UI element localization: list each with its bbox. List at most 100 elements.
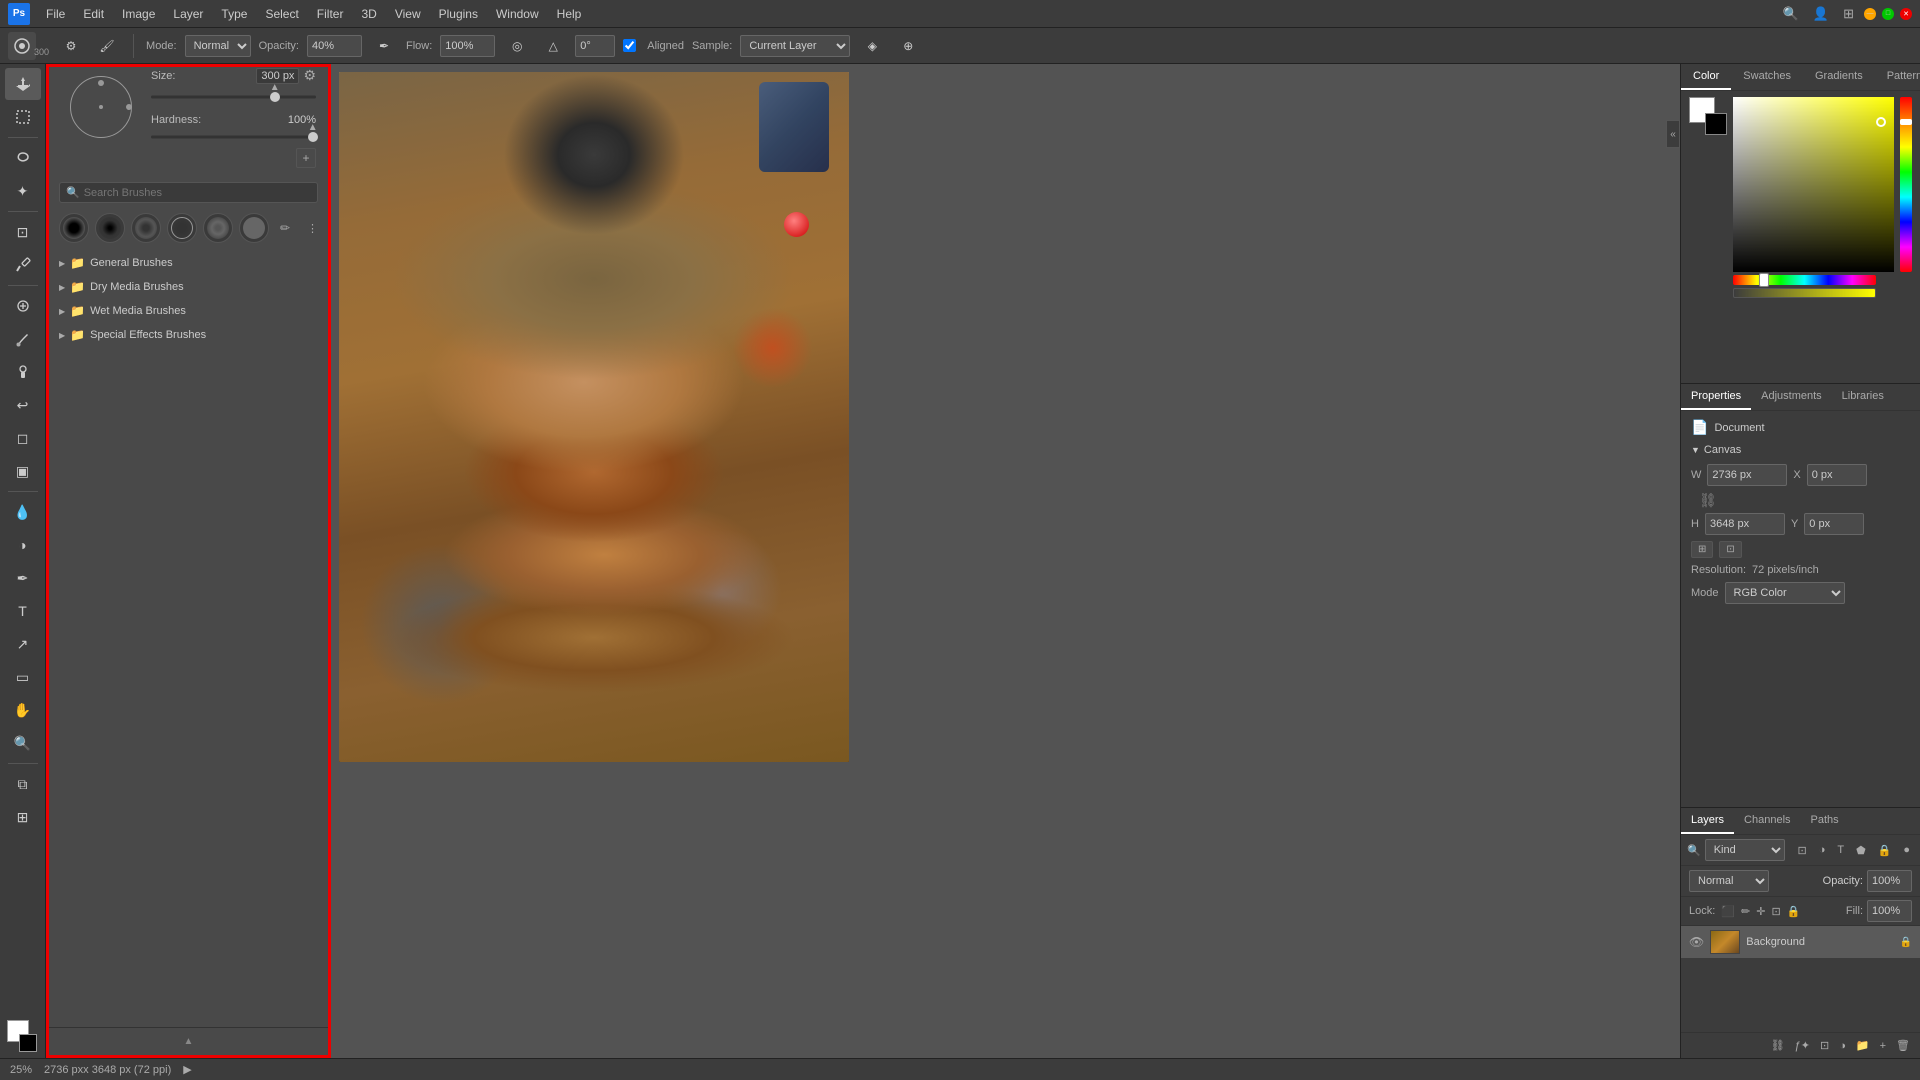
- patterns-tab[interactable]: Patterns: [1875, 64, 1920, 90]
- link-chain-icon[interactable]: ⛓: [1699, 492, 1717, 509]
- filter-smart-icon[interactable]: 🔒: [1874, 842, 1896, 859]
- brush-group-general-header[interactable]: ▶ 📁 General Brushes: [49, 251, 328, 275]
- canvas-size-btn[interactable]: ⊞: [1691, 541, 1713, 558]
- width-input[interactable]: [1707, 464, 1787, 486]
- sample-all-icon[interactable]: ◈: [858, 32, 886, 60]
- gradients-tab[interactable]: Gradients: [1803, 64, 1875, 90]
- frame-tool[interactable]: ⊞: [5, 801, 41, 833]
- channels-tab[interactable]: Channels: [1734, 808, 1800, 834]
- status-arrow[interactable]: ▶: [183, 1063, 191, 1076]
- brush-tool-icon[interactable]: [8, 32, 36, 60]
- angle-icon[interactable]: △: [539, 32, 567, 60]
- hue-slider-handle[interactable]: [1759, 273, 1769, 287]
- search-brushes-input[interactable]: [84, 187, 311, 199]
- selection-tool[interactable]: [5, 101, 41, 133]
- history-brush-tool[interactable]: ↩: [5, 389, 41, 421]
- angle-input[interactable]: [575, 35, 615, 57]
- text-tool[interactable]: T: [5, 595, 41, 627]
- lock-all-icon[interactable]: 🔒: [1787, 905, 1801, 918]
- layers-tab[interactable]: Layers: [1681, 808, 1734, 834]
- menu-window[interactable]: Window: [488, 4, 547, 24]
- brush-options-icon[interactable]: ⚙: [57, 32, 85, 60]
- brush-preset-soft[interactable]: [203, 213, 233, 243]
- lasso-tool[interactable]: [5, 142, 41, 174]
- height-input[interactable]: [1705, 513, 1785, 535]
- hand-tool[interactable]: ✋: [5, 694, 41, 726]
- aligned-checkbox[interactable]: [623, 39, 636, 52]
- artboard-tool[interactable]: ⧉: [5, 768, 41, 800]
- zoom-tool[interactable]: 🔍: [5, 727, 41, 759]
- size-slider-handle[interactable]: [270, 92, 280, 102]
- color-tab[interactable]: Color: [1681, 64, 1731, 90]
- brush-preset-soft-round[interactable]: [95, 213, 125, 243]
- color-gradient-area[interactable]: [1733, 97, 1894, 298]
- canvas-area[interactable]: [331, 64, 1680, 1058]
- libraries-tab[interactable]: Libraries: [1832, 384, 1894, 410]
- menu-select[interactable]: Select: [257, 4, 306, 24]
- brush-type-pencil[interactable]: ✏: [275, 218, 295, 238]
- mode-select[interactable]: Normal: [185, 35, 251, 57]
- properties-tab[interactable]: Properties: [1681, 384, 1751, 410]
- heal-icon[interactable]: ⊕: [894, 32, 922, 60]
- search-button[interactable]: 🔍: [1779, 4, 1803, 24]
- move-tool[interactable]: [5, 68, 41, 100]
- lock-position-icon[interactable]: ✏: [1741, 905, 1750, 918]
- menu-edit[interactable]: Edit: [75, 4, 112, 24]
- spot-healing-tool[interactable]: [5, 290, 41, 322]
- menu-plugins[interactable]: Plugins: [431, 4, 486, 24]
- background-color[interactable]: [1705, 113, 1727, 135]
- lock-pixels-icon[interactable]: ⬛: [1721, 905, 1735, 918]
- add-fx-btn[interactable]: ƒ✦: [1791, 1037, 1814, 1054]
- opacity-slider[interactable]: [1733, 288, 1876, 298]
- fg-bg-color-swatch[interactable]: [5, 1018, 41, 1054]
- pen-tool[interactable]: ✒: [5, 562, 41, 594]
- color-spectrum-box[interactable]: [1733, 97, 1894, 272]
- eraser-tool[interactable]: ◻: [5, 422, 41, 454]
- eyedropper-tool[interactable]: [5, 249, 41, 281]
- brush-preset-medium[interactable]: [131, 213, 161, 243]
- brush-preset-hard-round[interactable]: [59, 213, 89, 243]
- filter-shape-icon[interactable]: ⬟: [1852, 842, 1870, 859]
- sample-select[interactable]: Current Layer: [740, 35, 850, 57]
- minimize-button[interactable]: —: [1864, 8, 1876, 20]
- vertical-hue-bar[interactable]: [1900, 97, 1912, 272]
- path-selection-tool[interactable]: ↗: [5, 628, 41, 660]
- lock-transform-icon[interactable]: ✛: [1756, 905, 1765, 918]
- crop-tool[interactable]: ⊡: [5, 216, 41, 248]
- vertical-hue-handle[interactable]: [1900, 119, 1912, 125]
- brush-tool[interactable]: [5, 323, 41, 355]
- add-mask-btn[interactable]: ⊡: [1816, 1037, 1833, 1054]
- menu-filter[interactable]: Filter: [309, 4, 352, 24]
- brush-group-wet-header[interactable]: ▶ 📁 Wet Media Brushes: [49, 299, 328, 323]
- search-input-wrap[interactable]: 🔍: [59, 182, 318, 203]
- brush-view-icon[interactable]: ⋮: [307, 222, 318, 235]
- color-picker-cursor[interactable]: [1876, 117, 1886, 127]
- filter-pixel-icon[interactable]: ⊡: [1793, 842, 1810, 859]
- delete-layer-btn[interactable]: 🗑: [1892, 1037, 1914, 1054]
- dodge-tool[interactable]: ◑: [5, 529, 41, 561]
- layer-kind-select[interactable]: Kind: [1705, 839, 1785, 861]
- fill-input[interactable]: [1867, 900, 1912, 922]
- account-button[interactable]: 👤: [1809, 4, 1833, 24]
- fg-bg-swatches[interactable]: [1689, 97, 1727, 135]
- mode-prop-select[interactable]: RGB Color: [1725, 582, 1845, 604]
- paths-tab[interactable]: Paths: [1801, 808, 1849, 834]
- swatches-tab[interactable]: Swatches: [1731, 64, 1803, 90]
- menu-image[interactable]: Image: [114, 4, 163, 24]
- menu-help[interactable]: Help: [549, 4, 590, 24]
- y-input[interactable]: [1804, 513, 1864, 535]
- image-size-btn[interactable]: ⊡: [1719, 541, 1741, 558]
- gradient-tool[interactable]: ▣: [5, 455, 41, 487]
- brush-preset-4[interactable]: [167, 213, 197, 243]
- brush-group-special-header[interactable]: ▶ 📁 Special Effects Brushes: [49, 323, 328, 347]
- x-input[interactable]: [1807, 464, 1867, 486]
- blend-mode-select[interactable]: Normal: [1689, 870, 1769, 892]
- close-button[interactable]: ✕: [1900, 8, 1912, 20]
- hue-slider[interactable]: [1733, 275, 1876, 285]
- menu-3d[interactable]: 3D: [353, 4, 384, 24]
- pressure-opacity-icon[interactable]: ✒: [370, 32, 398, 60]
- filter-toggle[interactable]: ●: [1899, 842, 1914, 859]
- new-adjustment-btn[interactable]: ◑: [1835, 1038, 1850, 1054]
- clone-stamp-tool[interactable]: [5, 356, 41, 388]
- brush-crosshair[interactable]: [126, 104, 132, 110]
